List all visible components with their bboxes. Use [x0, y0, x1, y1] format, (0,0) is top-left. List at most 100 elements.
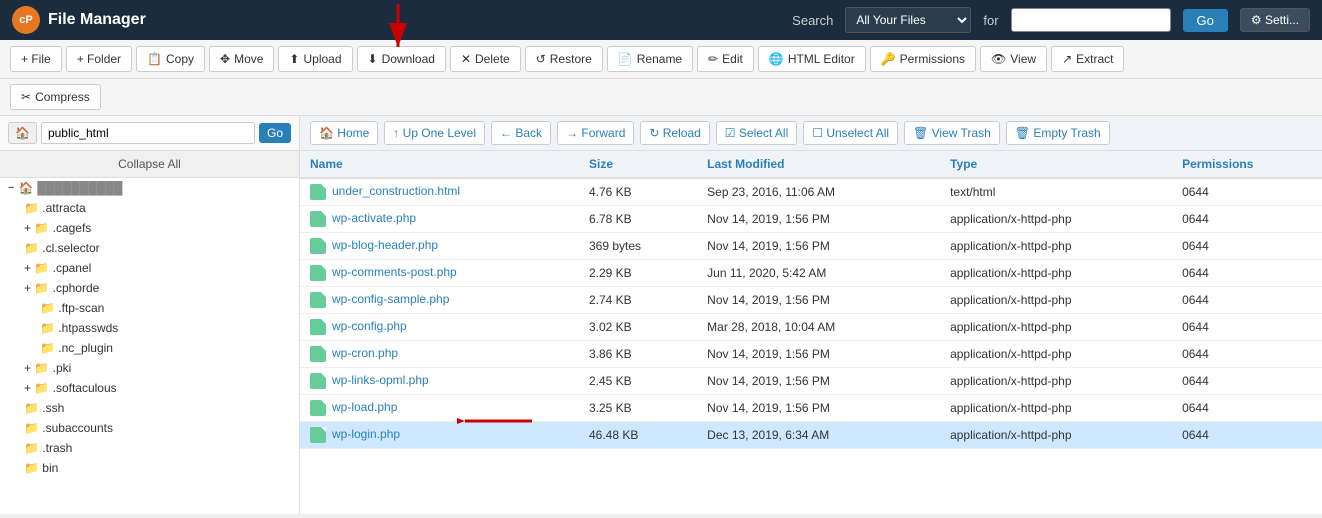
new-file-button[interactable]: + File [10, 46, 62, 72]
home-tree-icon: 🏠 [18, 181, 33, 195]
file-permissions-cell: 0644 [1172, 178, 1322, 206]
restore-icon: ↺ [536, 52, 546, 66]
view-trash-button[interactable]: 🗑 View Trash [904, 121, 1000, 145]
tree-item-nc-plugin[interactable]: 📁 .nc_plugin [0, 338, 299, 358]
table-row[interactable]: wp-cron.php3.86 KBNov 14, 2019, 1:56 PMa… [300, 341, 1322, 368]
html-editor-button[interactable]: 🌐 HTML Editor [758, 46, 866, 72]
empty-trash-button[interactable]: 🗑 Empty Trash [1006, 121, 1110, 145]
col-size[interactable]: Size [579, 151, 697, 178]
tree-item-ssh[interactable]: 📁 .ssh [0, 398, 299, 418]
file-modified-cell: Jun 11, 2020, 5:42 AM [697, 260, 940, 287]
tree-item-cagefs[interactable]: + 📁 .cagefs [0, 218, 299, 238]
file-size-cell: 2.74 KB [579, 287, 697, 314]
collapse-all-button[interactable]: Collapse All [0, 151, 299, 178]
file-modified-cell: Mar 28, 2018, 10:04 AM [697, 314, 940, 341]
forward-button[interactable]: → Forward [557, 121, 634, 145]
table-row[interactable]: wp-links-opml.php2.45 KBNov 14, 2019, 1:… [300, 368, 1322, 395]
extract-button[interactable]: ↗ Extract [1051, 46, 1124, 72]
tree-item-pki[interactable]: + 📁 .pki [0, 358, 299, 378]
tree-item-cpanel[interactable]: + 📁 .cpanel [0, 258, 299, 278]
file-table-wrap: Name Size Last Modified Type Permissions… [300, 151, 1322, 514]
view-button[interactable]: 👁 View [980, 46, 1047, 72]
file-name-link[interactable]: wp-config.php [332, 319, 407, 333]
download-icon: ⬇ [368, 52, 378, 66]
table-row[interactable]: wp-activate.php6.78 KBNov 14, 2019, 1:56… [300, 206, 1322, 233]
search-scope-select[interactable]: All Your FilesCurrent DirectoryFile Name… [845, 7, 971, 33]
search-for-label: for [983, 13, 998, 28]
file-name-link[interactable]: wp-config-sample.php [332, 292, 449, 306]
file-modified-cell: Nov 14, 2019, 1:56 PM [697, 368, 940, 395]
tree-item-attracta[interactable]: 📁 .attracta [0, 198, 299, 218]
file-modified-cell: Dec 13, 2019, 6:34 AM [697, 422, 940, 449]
app-title: File Manager [48, 11, 146, 29]
table-row[interactable]: wp-config-sample.php2.74 KBNov 14, 2019,… [300, 287, 1322, 314]
file-name-link[interactable]: wp-login.php [332, 427, 400, 441]
edit-button[interactable]: ✏ Edit [697, 46, 754, 72]
table-row[interactable]: wp-config.php3.02 KBMar 28, 2018, 10:04 … [300, 314, 1322, 341]
col-permissions[interactable]: Permissions [1172, 151, 1322, 178]
col-modified[interactable]: Last Modified [697, 151, 940, 178]
col-name[interactable]: Name [300, 151, 579, 178]
search-go-button[interactable]: Go [1183, 9, 1228, 32]
home-nav-button[interactable]: 🏠 Home [310, 121, 378, 145]
path-go-button[interactable]: Go [259, 123, 291, 143]
file-name-link[interactable]: wp-load.php [332, 400, 397, 414]
path-input[interactable] [41, 122, 255, 144]
restore-button[interactable]: ↺ Restore [525, 46, 603, 72]
file-name-cell: wp-config-sample.php [300, 287, 579, 314]
tree-item-ftp-scan[interactable]: 📁 .ftp-scan [0, 298, 299, 318]
table-row[interactable]: wp-comments-post.php 2.29 KBJun 11, 2020,… [300, 260, 1322, 287]
toolbar-row2: ✂ Compress [0, 79, 1322, 116]
tree-item-softaculous[interactable]: + 📁 .softaculous [0, 378, 299, 398]
file-icon [310, 238, 326, 254]
file-name-cell: wp-comments-post.php [300, 260, 579, 287]
move-button[interactable]: ✥ Move [209, 46, 274, 72]
file-permissions-cell: 0644 [1172, 422, 1322, 449]
file-table: Name Size Last Modified Type Permissions… [300, 151, 1322, 449]
file-name-link[interactable]: wp-activate.php [332, 211, 416, 225]
file-name-link[interactable]: under_construction.html [332, 184, 460, 198]
file-icon [310, 319, 326, 335]
file-name-link[interactable]: wp-comments-post.php [332, 265, 457, 279]
reload-button[interactable]: ↻ Reload [640, 121, 709, 145]
tree-item-root[interactable]: − 🏠 ██████████ [0, 178, 299, 198]
tree-root-label: ██████████ [37, 181, 122, 195]
unselect-all-button[interactable]: ☐ Unselect All [803, 121, 898, 145]
up-one-level-button[interactable]: ↑ Up One Level [384, 121, 485, 145]
file-name-link[interactable]: wp-cron.php [332, 346, 398, 360]
tree-item-trash[interactable]: 📁 .trash [0, 438, 299, 458]
app-logo: cP File Manager [12, 6, 146, 34]
file-name-link[interactable]: wp-links-opml.php [332, 373, 429, 387]
col-type[interactable]: Type [940, 151, 1172, 178]
file-type-cell: application/x-httpd-php [940, 287, 1172, 314]
permissions-button[interactable]: 🔑 Permissions [870, 46, 976, 72]
table-row[interactable]: under_construction.html4.76 KBSep 23, 20… [300, 178, 1322, 206]
back-button[interactable]: ← Back [491, 121, 551, 145]
copy-button[interactable]: 📋 Copy [136, 46, 205, 72]
compress-button[interactable]: ✂ Compress [10, 84, 101, 110]
file-icon [310, 373, 326, 389]
table-row[interactable]: wp-blog-header.php369 bytesNov 14, 2019,… [300, 233, 1322, 260]
rename-button[interactable]: 📄 Rename [607, 46, 693, 72]
delete-button[interactable]: ✕ Delete [450, 46, 521, 72]
select-all-button[interactable]: ☑ Select All [716, 121, 797, 145]
settings-button[interactable]: ⚙ Setti... [1240, 8, 1310, 32]
table-row[interactable]: wp-login.php46.48 KBDec 13, 2019, 6:34 A… [300, 422, 1322, 449]
tree-item-cphorde[interactable]: + 📁 .cphorde [0, 278, 299, 298]
table-row[interactable]: wp-load.php 3.25 KBNov 14, 2019, 1:56 PM… [300, 395, 1322, 422]
file-size-cell: 2.29 KB [579, 260, 697, 287]
compress-icon: ✂ [21, 90, 31, 104]
tree-item-htpasswds[interactable]: 📁 .htpasswds [0, 318, 299, 338]
file-modified-cell: Nov 14, 2019, 1:56 PM [697, 233, 940, 260]
upload-icon: ⬆ [289, 52, 299, 66]
tree-item-cl-selector[interactable]: 📁 .cl.selector [0, 238, 299, 258]
new-folder-button[interactable]: + Folder [66, 46, 132, 72]
tree-item-bin[interactable]: 📁 bin [0, 458, 299, 478]
search-input[interactable] [1011, 8, 1171, 32]
upload-button[interactable]: ⬆ Upload [278, 46, 352, 72]
file-permissions-cell: 0644 [1172, 368, 1322, 395]
tree-item-subaccounts[interactable]: 📁 .subaccounts [0, 418, 299, 438]
file-name-link[interactable]: wp-blog-header.php [332, 238, 438, 252]
home-icon-btn[interactable]: 🏠 [8, 122, 37, 144]
download-button[interactable]: ⬇ Download [357, 46, 446, 72]
